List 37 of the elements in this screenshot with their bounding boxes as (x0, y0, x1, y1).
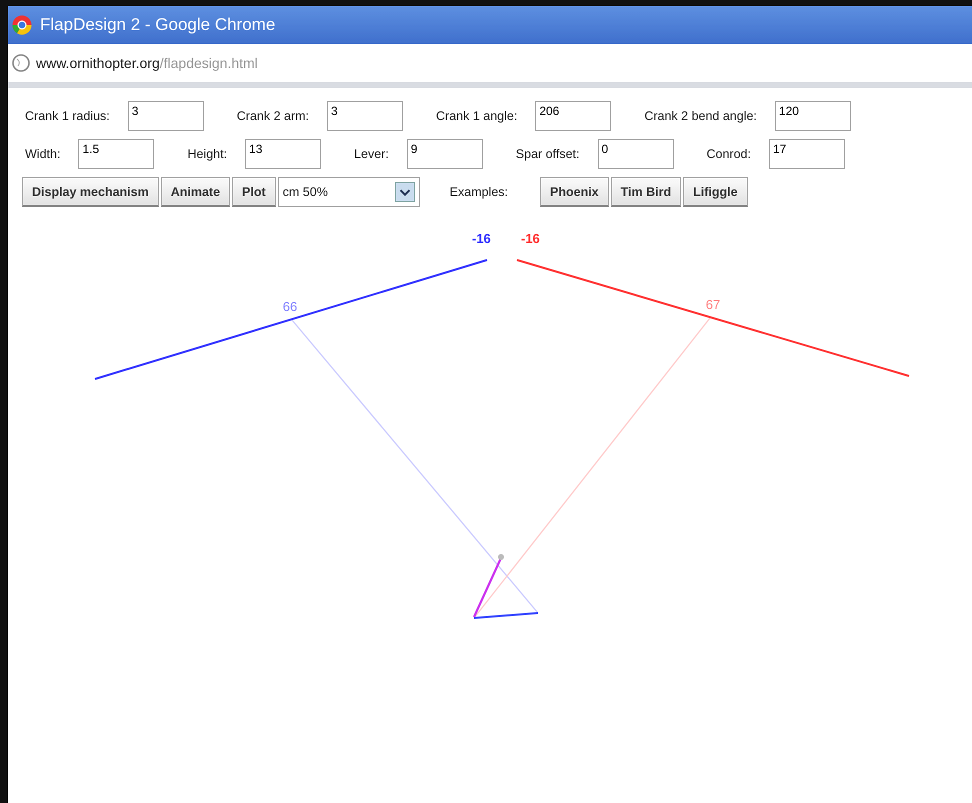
examples-label: Examples: (450, 185, 508, 199)
wing-angle: -16 (472, 231, 491, 246)
scale-dropdown[interactable]: cm 50% (278, 177, 420, 207)
caret-icon (394, 182, 415, 202)
input-field[interactable]: 13 (245, 139, 322, 169)
input-field[interactable]: 3 (128, 101, 204, 131)
field-label: Crank 1 angle: (436, 109, 518, 123)
input-field[interactable]: 206 (535, 101, 612, 131)
globe-icon (12, 54, 30, 72)
field-label: Crank 2 arm: (236, 109, 310, 123)
window-title: FlapDesign 2 - Google Chrome (40, 15, 276, 35)
input-field[interactable]: 17 (768, 139, 845, 169)
action-button[interactable]: Animate (160, 177, 230, 207)
field-label: Height: (187, 147, 228, 161)
spar-value: 66 (282, 299, 298, 314)
action-button[interactable]: Display mechanism (22, 177, 159, 207)
spar-value: 67 (706, 297, 720, 312)
field-label: Lever: (354, 147, 389, 161)
pivot-dot (498, 554, 504, 560)
field-label: Width: (25, 147, 60, 161)
input-field[interactable]: 1.5 (78, 139, 154, 169)
example-button[interactable]: Lifiggle (683, 177, 748, 207)
input-field[interactable]: 3 (327, 101, 404, 131)
field-label: Crank 2 bend angle: (644, 109, 757, 123)
crank-arm (473, 558, 502, 618)
input-field[interactable]: 9 (406, 139, 483, 169)
field-label: Conrod: (706, 147, 751, 161)
browser-logo-icon (12, 15, 32, 35)
input-field[interactable]: 0 (598, 139, 674, 169)
field-label: Spar offset: (516, 147, 580, 161)
field-label: Crank 1 radius: (25, 109, 110, 123)
example-button[interactable]: Phoenix (540, 177, 609, 207)
action-button[interactable]: Plot (232, 177, 276, 207)
example-button[interactable]: Tim Bird (610, 177, 682, 207)
input-field[interactable]: 120 (774, 101, 851, 131)
address-url[interactable]: www.ornithopter.org/flapdesign.html (36, 55, 258, 71)
wing-angle: -16 (521, 231, 540, 246)
